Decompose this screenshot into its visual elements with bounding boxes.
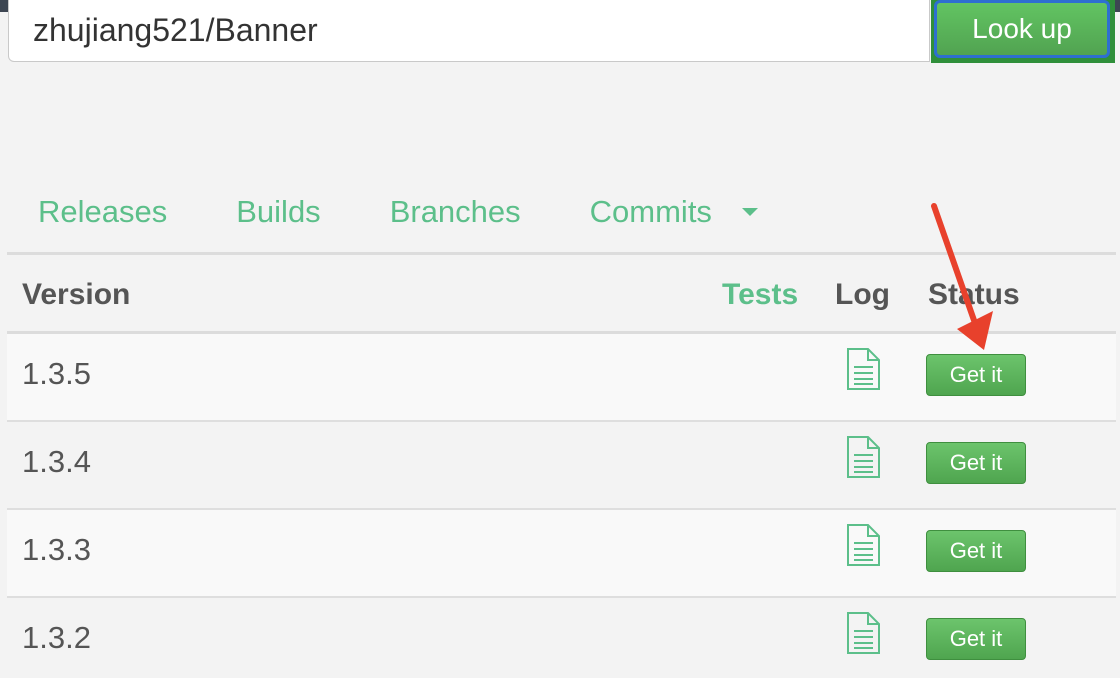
column-header-status: Status	[928, 278, 1020, 311]
column-header-version: Version	[22, 278, 131, 311]
caret-down-icon[interactable]	[741, 208, 758, 216]
version-label: 1.3.4	[22, 444, 91, 479]
table-row: 1.3.3 Get it	[7, 510, 1116, 598]
version-label: 1.3.5	[22, 356, 91, 391]
tabs-divider	[7, 252, 1116, 255]
table-row: 1.3.4 Get it	[7, 422, 1116, 510]
tab-builds[interactable]: Builds	[236, 194, 320, 230]
table-row: 1.3.2 Get it	[7, 598, 1116, 678]
document-icon[interactable]	[845, 348, 881, 390]
get-it-button[interactable]: Get it	[926, 354, 1026, 396]
jitpack-page: Look up Releases Builds Branches Commits…	[0, 0, 1120, 678]
get-it-button[interactable]: Get it	[926, 442, 1026, 484]
version-label: 1.3.3	[22, 532, 91, 567]
get-it-button[interactable]: Get it	[926, 618, 1026, 660]
window-edge	[0, 0, 8, 12]
repository-search-input[interactable]	[8, 0, 930, 62]
version-label: 1.3.2	[22, 620, 91, 655]
document-icon[interactable]	[845, 436, 881, 478]
column-header-tests[interactable]: Tests	[722, 278, 798, 312]
column-header-log: Log	[835, 278, 890, 311]
tab-releases[interactable]: Releases	[38, 194, 167, 230]
tab-branches[interactable]: Branches	[390, 194, 521, 230]
lookup-button[interactable]: Look up	[934, 0, 1110, 58]
tab-bar: Releases Builds Branches Commits	[38, 192, 758, 232]
document-icon[interactable]	[845, 612, 881, 654]
document-icon[interactable]	[845, 524, 881, 566]
tab-commits[interactable]: Commits	[590, 194, 712, 230]
table-row: 1.3.5 Get it	[7, 334, 1116, 422]
get-it-button[interactable]: Get it	[926, 530, 1026, 572]
